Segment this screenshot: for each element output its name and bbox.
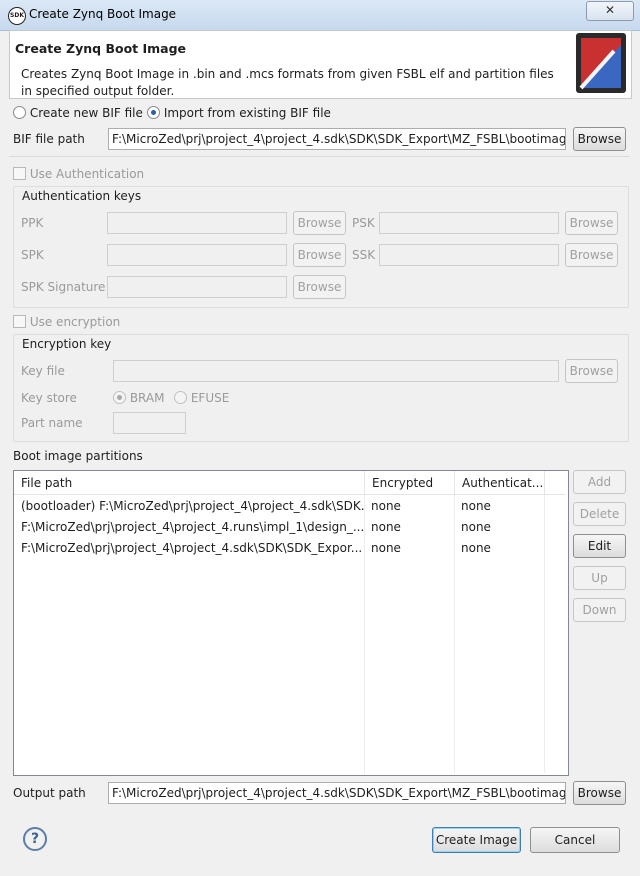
header-banner: Create Zynq Boot Image Creates Zynq Boot… xyxy=(9,30,632,99)
use-encryption-label: Use encryption xyxy=(29,315,121,329)
row-authentication: none xyxy=(461,499,491,513)
create-new-bif-label: Create new BIF file xyxy=(29,106,143,120)
key-file-input[interactable] xyxy=(113,360,559,382)
part-name-input[interactable] xyxy=(113,412,186,434)
ppk-input[interactable] xyxy=(107,212,287,234)
authentication-keys-label: Authentication keys xyxy=(22,189,142,203)
efuse-label: EFUSE xyxy=(190,391,230,405)
add-partition-button[interactable]: Add xyxy=(573,470,626,494)
create-image-button[interactable]: Create Image xyxy=(432,827,521,853)
spk-input[interactable] xyxy=(107,244,287,266)
encryption-key-label: Encryption key xyxy=(22,337,112,351)
help-icon[interactable]: ? xyxy=(23,827,47,851)
cancel-button[interactable]: Cancel xyxy=(530,827,620,853)
efuse-radio[interactable]: EFUSE xyxy=(174,391,229,405)
boot-image-partitions-label: Boot image partitions xyxy=(13,449,143,463)
sdk-logo-icon: SDK xyxy=(8,7,26,25)
ssk-label: SSK xyxy=(352,248,376,262)
ppk-browse-button[interactable]: Browse xyxy=(293,211,346,235)
column-header-file-path[interactable]: File path xyxy=(14,471,365,495)
separator xyxy=(9,156,629,157)
row-encrypted: none xyxy=(371,520,401,534)
psk-label: PSK xyxy=(352,216,375,230)
radio-selected-icon xyxy=(113,391,126,404)
spk-signature-input[interactable] xyxy=(107,276,287,298)
import-bif-label: Import from existing BIF file xyxy=(163,106,331,120)
bif-browse-button[interactable]: Browse xyxy=(573,127,626,151)
partitions-table: File path Encrypted Authenticat... (boot… xyxy=(13,470,569,776)
header-title: Create Zynq Boot Image xyxy=(15,41,187,56)
ppk-label: PPK xyxy=(21,216,44,230)
psk-input[interactable] xyxy=(379,212,559,234)
row-file-path: F:\MicroZed\prj\project_4\project_4.sdk\… xyxy=(21,541,363,555)
column-header-filler xyxy=(545,471,566,495)
delete-partition-button[interactable]: Delete xyxy=(573,502,626,526)
key-file-label: Key file xyxy=(21,364,65,378)
bram-label: BRAM xyxy=(129,391,165,405)
ssk-input[interactable] xyxy=(379,244,559,266)
bif-path-label: BIF file path xyxy=(13,132,85,146)
radio-icon xyxy=(174,391,187,404)
column-header-encrypted[interactable]: Encrypted xyxy=(365,471,455,495)
create-new-bif-radio[interactable]: Create new BIF file xyxy=(13,106,143,120)
use-authentication-checkbox[interactable]: Use Authentication xyxy=(13,167,144,181)
part-name-label: Part name xyxy=(21,416,83,430)
spk-signature-label: SPK Signature xyxy=(21,280,106,294)
use-authentication-label: Use Authentication xyxy=(29,167,145,181)
radio-icon xyxy=(13,106,26,119)
checkbox-icon xyxy=(13,315,26,328)
ssk-browse-button[interactable]: Browse xyxy=(565,243,618,267)
radio-selected-icon xyxy=(147,106,160,119)
output-path-input[interactable]: F:\MicroZed\prj\project_4\project_4.sdk\… xyxy=(108,782,566,804)
row-encrypted: none xyxy=(371,499,401,513)
psk-browse-button[interactable]: Browse xyxy=(565,211,618,235)
spk-browse-button[interactable]: Browse xyxy=(293,243,346,267)
spk-signature-browse-button[interactable]: Browse xyxy=(293,275,346,299)
boot-image-logo-icon xyxy=(576,33,626,93)
header-description: Creates Zynq Boot Image in .bin and .mcs… xyxy=(21,67,554,98)
key-file-browse-button[interactable]: Browse xyxy=(565,359,618,383)
row-file-path: F:\MicroZed\prj\project_4\project_4.runs… xyxy=(21,520,364,534)
edit-partition-button[interactable]: Edit xyxy=(573,534,626,558)
row-encrypted: none xyxy=(371,541,401,555)
spk-label: SPK xyxy=(21,248,44,262)
use-encryption-checkbox[interactable]: Use encryption xyxy=(13,315,120,329)
column-header-authentication[interactable]: Authenticat... xyxy=(455,471,545,495)
window-title: Create Zynq Boot Image xyxy=(29,7,177,21)
title-bar: SDK Create Zynq Boot Image ✕ xyxy=(0,0,640,31)
bif-path-input[interactable]: F:\MicroZed\prj\project_4\project_4.sdk\… xyxy=(108,128,566,150)
column-divider xyxy=(544,495,545,773)
row-file-path: (bootloader) F:\MicroZed\prj\project_4\p… xyxy=(21,499,364,513)
close-button[interactable]: ✕ xyxy=(586,1,634,21)
move-up-button[interactable]: Up xyxy=(573,566,626,590)
move-down-button[interactable]: Down xyxy=(573,598,626,622)
checkbox-icon xyxy=(13,167,26,180)
import-bif-radio[interactable]: Import from existing BIF file xyxy=(147,106,331,120)
row-authentication: none xyxy=(461,520,491,534)
bram-radio[interactable]: BRAM xyxy=(113,391,164,405)
row-authentication: none xyxy=(461,541,491,555)
output-path-label: Output path xyxy=(13,786,86,800)
key-store-label: Key store xyxy=(21,391,77,405)
output-browse-button[interactable]: Browse xyxy=(573,781,626,805)
